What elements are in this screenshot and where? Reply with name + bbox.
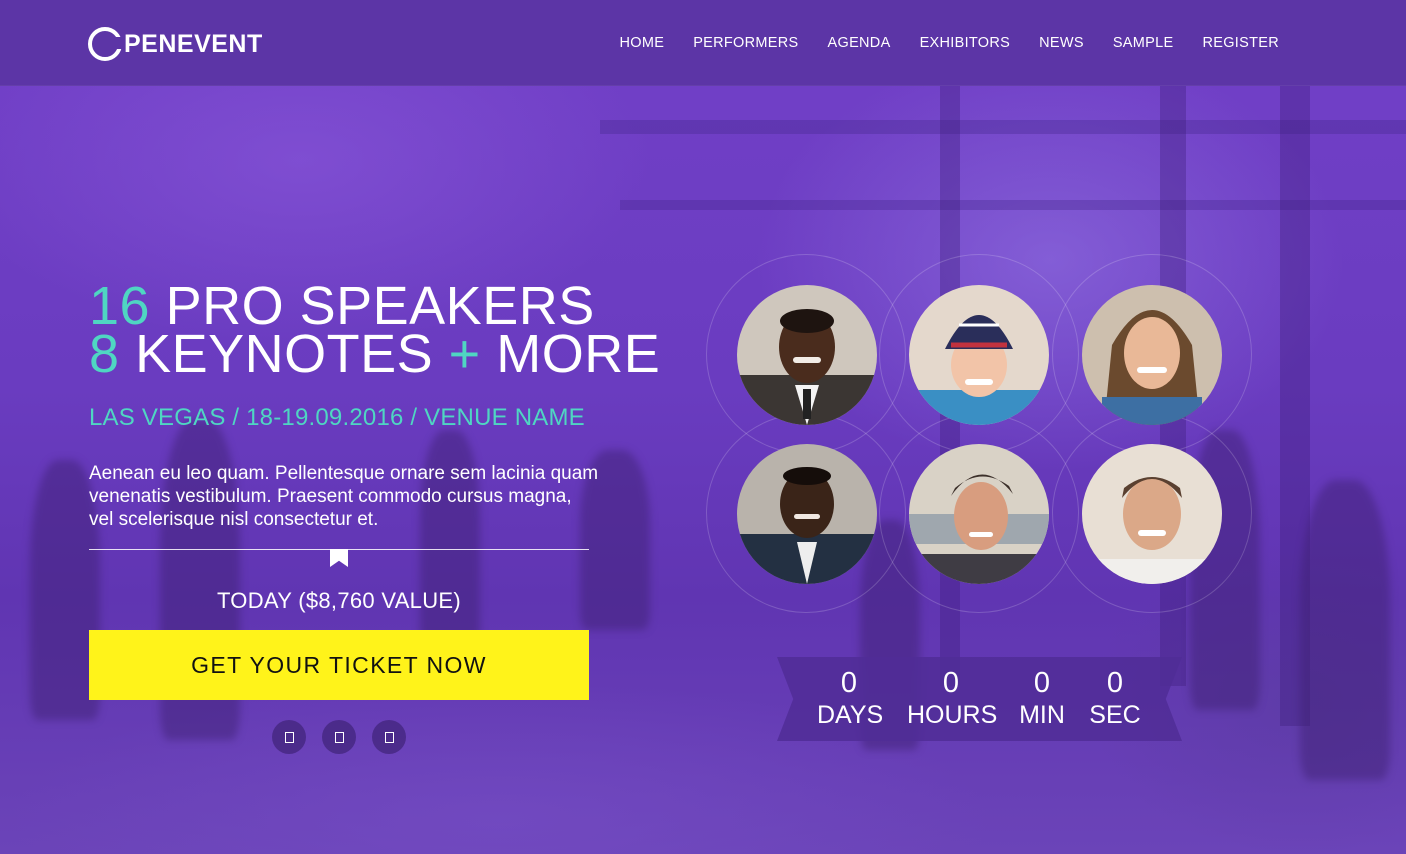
countdown-days: 0 DAYS [817, 667, 884, 731]
social-icon-1[interactable] [272, 720, 306, 754]
social-icon-2[interactable] [322, 720, 356, 754]
logo[interactable]: PENEVENT [88, 24, 263, 64]
nav-agenda[interactable]: AGENDA [828, 35, 891, 51]
nav-news[interactable]: NEWS [1039, 35, 1084, 51]
plus-sign: + [448, 324, 481, 384]
social-icon-3[interactable] [372, 720, 406, 754]
days-value: 0 [840, 667, 858, 699]
min-label: MIN [1019, 701, 1065, 729]
site-header: PENEVENT HOME PERFORMERS AGENDA EXHIBITO… [0, 0, 1406, 86]
nav-performers[interactable]: PERFORMERS [693, 35, 798, 51]
event-location: LAS VEGAS / 18-19.09.2016 / VENUE NAME [89, 404, 585, 431]
countdown-hours: 0 HOURS [907, 667, 998, 731]
countdown-sec: 0 SEC [1089, 667, 1141, 731]
sec-value: 0 [1106, 667, 1124, 699]
social-links [272, 720, 406, 754]
nav-register[interactable]: REGISTER [1202, 35, 1279, 51]
speaker-photo[interactable] [909, 444, 1049, 584]
nav-sample[interactable]: SAMPLE [1113, 35, 1174, 51]
hero-description: Aenean eu leo quam. Pellentesque ornare … [89, 463, 599, 530]
keynote-count: 8 [89, 324, 120, 384]
main-nav: HOME PERFORMERS AGENDA EXHIBITORS NEWS S… [619, 35, 1279, 51]
speaker-photo[interactable] [1082, 444, 1222, 584]
missing-glyph-icon [284, 731, 294, 743]
hours-label: HOURS [907, 701, 998, 729]
speaker-photo[interactable] [737, 444, 877, 584]
countdown-min: 0 MIN [1019, 667, 1065, 731]
nav-home[interactable]: HOME [619, 35, 664, 51]
speaker-photo[interactable] [909, 285, 1049, 425]
days-label: DAYS [817, 701, 884, 729]
speaker-photo[interactable] [1082, 285, 1222, 425]
hours-value: 0 [942, 667, 960, 699]
logo-o-icon [88, 27, 124, 61]
nav-exhibitors[interactable]: EXHIBITORS [920, 35, 1011, 51]
ticket-value: TODAY ($8,760 VALUE) [216, 588, 462, 613]
missing-glyph-icon [334, 731, 344, 743]
min-value: 0 [1033, 667, 1051, 699]
countdown-timer: 0 DAYS 0 HOURS 0 MIN 0 SEC [777, 657, 1182, 741]
logo-text: PENEVENT [124, 29, 263, 58]
get-ticket-button[interactable]: GET YOUR TICKET NOW [89, 630, 589, 700]
more-label: MORE [496, 324, 661, 384]
keynote-label: KEYNOTES [135, 324, 434, 384]
missing-glyph-icon [384, 731, 394, 743]
speaker-photo[interactable] [737, 285, 877, 425]
sec-label: SEC [1089, 701, 1141, 729]
hero-headline: 16 PRO SPEAKERS 8 KEYNOTES + MORE [89, 279, 660, 381]
